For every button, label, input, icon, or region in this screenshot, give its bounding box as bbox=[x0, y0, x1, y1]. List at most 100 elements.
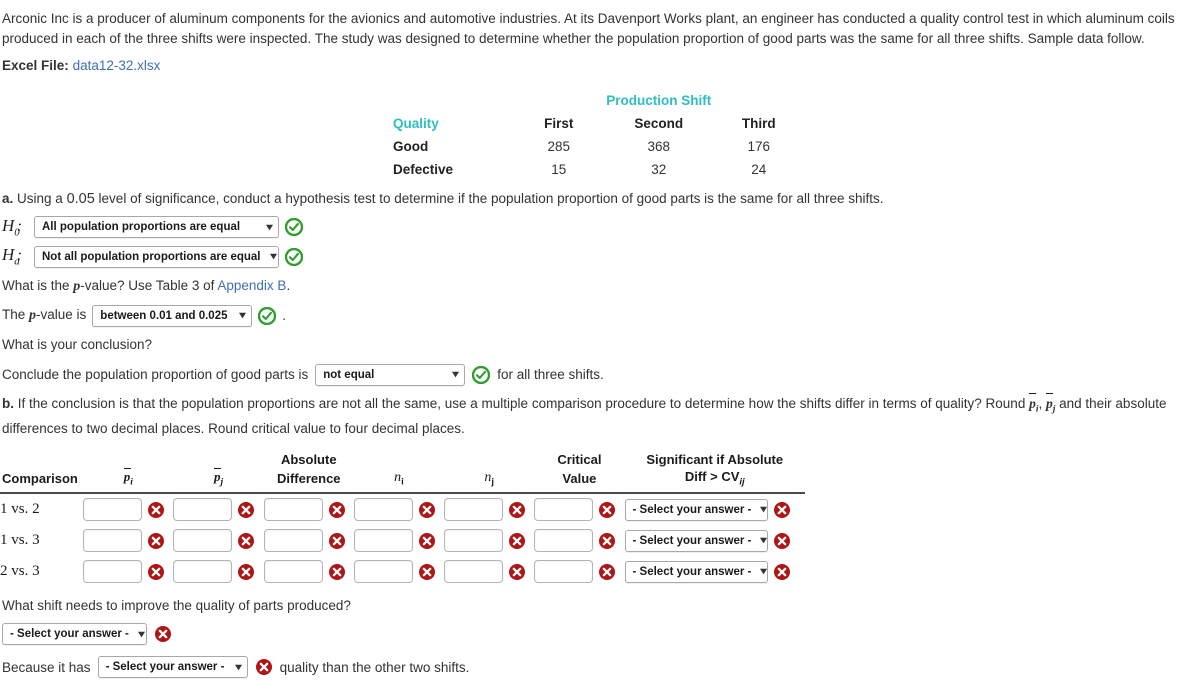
chevron-down-icon: ▾ bbox=[452, 369, 459, 381]
pi-input-row3[interactable] bbox=[83, 560, 143, 584]
absdiff-input-row2[interactable] bbox=[263, 529, 323, 553]
pj-input-row1[interactable] bbox=[173, 498, 233, 522]
critical-value-header-bottom: Value bbox=[562, 471, 597, 487]
red-x-circle-icon bbox=[154, 625, 172, 643]
absdiff-input-row1[interactable] bbox=[263, 498, 323, 522]
row-label-good: Good bbox=[393, 139, 429, 154]
sample-data-table-wrap: Production Shift Quality First Second Th… bbox=[0, 89, 1200, 181]
appendix-b-link[interactable]: Appendix B bbox=[217, 278, 286, 293]
abs-diff-header-top: Absolute bbox=[280, 452, 337, 468]
because-suffix: quality than the other two shifts. bbox=[279, 659, 470, 675]
shift-select[interactable]: - Select your answer - ▾ bbox=[2, 623, 147, 646]
null-hypothesis-row: H0: All population proportions are equal… bbox=[0, 209, 1200, 238]
pvalue-select-value: between 0.01 and 0.025 bbox=[100, 309, 228, 322]
red-x-circle-icon bbox=[147, 501, 165, 519]
ni-header: ni bbox=[394, 470, 404, 489]
significant-select-row2[interactable]: - Select your answer - ▾ bbox=[624, 529, 768, 552]
excel-file-line: Excel File: data12-32.xlsx bbox=[0, 49, 1200, 73]
pvalue-select[interactable]: between 0.01 and 0.025 ▾ bbox=[92, 304, 253, 327]
red-x-circle-icon bbox=[508, 501, 526, 519]
quality-select-value: - Select your answer - bbox=[105, 661, 225, 674]
intro-paragraph: Arconic Inc is a producer of aluminum co… bbox=[2, 11, 1175, 46]
conclusion-select[interactable]: not equal ▾ bbox=[315, 363, 466, 386]
ha-select[interactable]: Not all population proportions are equal… bbox=[34, 245, 279, 268]
table-row: Good 285 368 176 bbox=[393, 135, 809, 158]
red-x-circle-icon bbox=[598, 563, 616, 581]
excel-file-link[interactable]: data12-32.xlsx bbox=[73, 58, 161, 73]
comparison-table-body: 1 vs. 2 - Select your answer - ▾ 1 vs. 3 … bbox=[0, 494, 805, 587]
table-row: 1 vs. 2 - Select your answer - ▾ bbox=[0, 494, 805, 525]
ni-input-row1[interactable] bbox=[353, 498, 413, 522]
part-a-letter: a. bbox=[2, 191, 14, 206]
pj-input-row2[interactable] bbox=[173, 529, 233, 553]
chevron-down-icon: ▾ bbox=[138, 628, 145, 640]
defective-third: 24 bbox=[751, 162, 767, 177]
data-table-group-header-row: Production Shift bbox=[393, 89, 809, 112]
significant-header-top: Significant if Absolute bbox=[646, 452, 784, 468]
chevron-down-icon: ▾ bbox=[239, 310, 246, 322]
significant-select-row1[interactable]: - Select your answer - ▾ bbox=[624, 498, 768, 521]
col-first: First bbox=[544, 116, 574, 131]
red-x-circle-icon bbox=[328, 532, 346, 550]
excel-file-label: Excel File: bbox=[2, 58, 69, 73]
conclusion-suffix: for all three shifts. bbox=[497, 367, 604, 383]
red-x-circle-icon bbox=[147, 563, 165, 581]
pi-input-row2[interactable] bbox=[83, 529, 143, 553]
chevron-down-icon: ▾ bbox=[234, 661, 242, 673]
quality-header: Quality bbox=[393, 116, 439, 131]
shift-select-value: - Select your answer - bbox=[10, 628, 129, 641]
comparison-header: Comparison bbox=[2, 471, 78, 487]
col-second: Second bbox=[634, 116, 684, 131]
h0-label: H0: bbox=[2, 216, 23, 239]
pi-input-row1[interactable] bbox=[83, 498, 143, 522]
crit-input-row1[interactable] bbox=[534, 498, 594, 522]
red-x-circle-icon bbox=[328, 501, 346, 519]
part-a-prompt-pre: Using a bbox=[17, 191, 67, 206]
p-bar-j-symbol: pj bbox=[1046, 392, 1055, 420]
significance-level: 0.05 bbox=[66, 191, 95, 207]
pvalue-question: What is the p-value? Use Table 3 of Appe… bbox=[0, 268, 1200, 296]
crit-input-row2[interactable] bbox=[534, 529, 594, 553]
table-row: 2 vs. 3 - Select your answer - ▾ bbox=[0, 556, 805, 587]
absdiff-input-row3[interactable] bbox=[263, 560, 323, 584]
quality-select[interactable]: - Select your answer - ▾ bbox=[97, 656, 248, 679]
data-table-header-row: Quality First Second Third bbox=[393, 112, 809, 135]
good-first: 285 bbox=[547, 139, 571, 154]
red-x-circle-icon bbox=[773, 563, 791, 581]
red-x-circle-icon bbox=[418, 501, 436, 519]
red-x-circle-icon bbox=[773, 532, 791, 550]
because-row: Because it has - Select your answer - ▾ … bbox=[0, 645, 1200, 679]
crit-input-row3[interactable] bbox=[534, 560, 594, 584]
sample-data-table: Production Shift Quality First Second Th… bbox=[393, 89, 809, 181]
because-prefix: Because it has bbox=[2, 659, 91, 675]
conclusion-question: What is your conclusion? bbox=[2, 336, 153, 352]
chevron-down-icon: ▾ bbox=[760, 566, 768, 578]
shift-improve-question: What shift needs to improve the quality … bbox=[2, 598, 351, 614]
pj-input-row3[interactable] bbox=[173, 560, 233, 584]
chevron-down-icon: ▾ bbox=[760, 504, 768, 516]
ha-select-value: Not all population proportions are equal bbox=[42, 250, 261, 263]
alternative-hypothesis-row: Ha: Not all population proportions are e… bbox=[0, 238, 1200, 268]
part-b-comma: , bbox=[1038, 395, 1046, 411]
chevron-down-icon: ▾ bbox=[760, 535, 768, 547]
red-x-circle-icon bbox=[508, 563, 526, 581]
nj-input-row2[interactable] bbox=[444, 529, 504, 553]
row-label-defective: Defective bbox=[393, 162, 454, 177]
nj-input-row1[interactable] bbox=[444, 498, 504, 522]
significant-header-bottom: Diff > CVij bbox=[684, 469, 745, 489]
pvalue-prefix: The p-value is bbox=[2, 307, 87, 324]
pj-header: pj bbox=[213, 468, 224, 489]
red-x-circle-icon bbox=[598, 532, 616, 550]
table-row: 1 vs. 3 - Select your answer - ▾ bbox=[0, 525, 805, 556]
part-b-text-1: If the conclusion is that the population… bbox=[17, 395, 1030, 411]
h0-select[interactable]: All population proportions are equal ▾ bbox=[34, 216, 279, 239]
nj-input-row3[interactable] bbox=[444, 560, 504, 584]
ni-input-row2[interactable] bbox=[353, 529, 413, 553]
part-a-prompt-post: level of significance, conduct a hypothe… bbox=[94, 191, 884, 206]
significant-select-row3[interactable]: - Select your answer - ▾ bbox=[624, 560, 768, 583]
p-bar-i-symbol: pi bbox=[1029, 392, 1038, 420]
shift-select-row: - Select your answer - ▾ bbox=[0, 613, 1200, 646]
red-x-circle-icon bbox=[255, 658, 273, 676]
pvalue-question-pre: What is the bbox=[2, 277, 74, 293]
ni-input-row3[interactable] bbox=[353, 560, 413, 584]
